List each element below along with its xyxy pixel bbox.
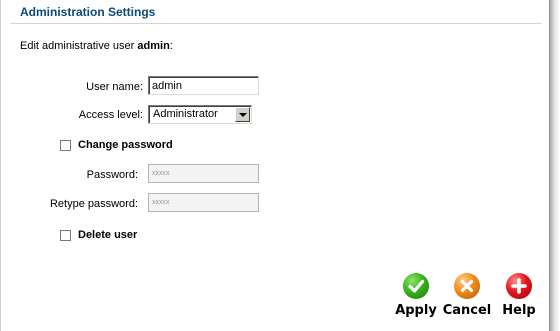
help-label: Help <box>502 303 536 318</box>
help-plus-icon <box>506 273 532 299</box>
cancel-x-icon <box>454 273 480 299</box>
intro-prefix: Edit administrative user <box>20 40 138 52</box>
username-field[interactable] <box>148 76 259 95</box>
page-title: Administration Settings <box>20 5 156 19</box>
intro-text: Edit administrative user admin: <box>20 40 173 52</box>
cancel-button[interactable]: Cancel <box>442 273 492 318</box>
panel-shadow <box>549 0 560 331</box>
chevron-down-icon[interactable] <box>235 107 250 122</box>
delete-user-checkbox[interactable] <box>60 230 71 241</box>
retype-password-label: Retype password: <box>49 198 138 210</box>
delete-user-label: Delete user <box>78 229 138 241</box>
apply-button[interactable]: Apply <box>391 273 441 318</box>
cancel-label: Cancel <box>442 303 492 318</box>
username-label: User name: <box>86 81 143 93</box>
access-level-select[interactable]: Administrator <box>148 105 252 124</box>
change-password-label: Change password <box>78 139 173 151</box>
access-level-label: Access level: <box>78 109 143 121</box>
access-level-value: Administrator <box>153 108 218 120</box>
title-divider <box>10 23 542 24</box>
help-button[interactable]: Help <box>494 273 544 318</box>
change-password-checkbox[interactable] <box>60 140 71 151</box>
password-label: Password: <box>86 169 138 181</box>
password-field[interactable] <box>148 164 259 183</box>
apply-label: Apply <box>395 303 437 318</box>
retype-password-field[interactable] <box>148 193 259 212</box>
intro-suffix: : <box>169 40 173 52</box>
checkmark-icon <box>403 273 429 299</box>
settings-panel: Administration Settings Edit administrat… <box>0 0 549 331</box>
intro-username: admin <box>137 40 170 52</box>
